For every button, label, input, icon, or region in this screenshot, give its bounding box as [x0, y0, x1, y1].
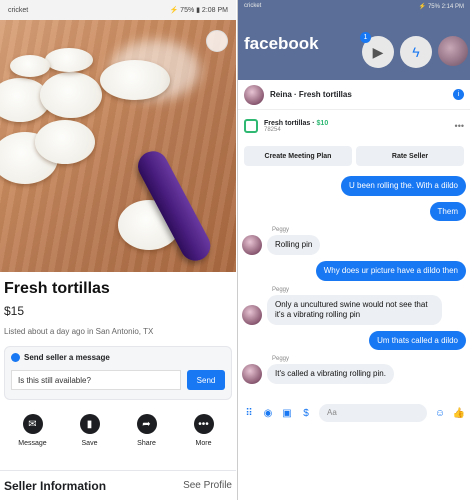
listing-actions: ✉ Message ▮ Save ➦ Share ••• More — [0, 414, 236, 447]
product-card[interactable]: Fresh tortillas · $10 78254 ••• — [238, 110, 470, 142]
action-label: More — [195, 440, 212, 447]
sender-name: Peggy — [272, 356, 290, 363]
chat-action-buttons: Create Meeting Plan Rate Seller — [238, 142, 470, 170]
product-price: $10 — [316, 119, 329, 127]
status-right: ⚡ 75% ▮ 2:08 PM — [169, 7, 228, 14]
action-label: Share — [137, 440, 156, 447]
like-icon[interactable]: 👍 — [453, 407, 465, 419]
conversation: U been rolling the. With a dildo Them Pe… — [238, 170, 470, 440]
see-profile-link[interactable]: See Profile — [183, 480, 232, 491]
message-bubble: Why does ur picture have a dildo then — [315, 261, 466, 281]
bookmark-icon: ▮ — [79, 414, 100, 434]
share-icon: ➦ — [136, 414, 157, 434]
avatar — [244, 84, 264, 105]
message-bubble: Them — [429, 201, 466, 222]
facebook-header: cricket ⚡ 75% 2:14 PM facebook ▶ 1 ϟ — [238, 0, 470, 80]
apps-icon[interactable]: ⠿ — [243, 407, 255, 419]
chat-title: Reina · Fresh tortillas — [270, 90, 352, 99]
messenger-icon: ✉ — [22, 414, 43, 434]
profile-avatar[interactable] — [438, 36, 468, 66]
avatar — [242, 235, 262, 256]
message-bubble: Rolling pin — [267, 235, 321, 256]
message-outgoing: Um thats called a dildo — [242, 330, 466, 351]
carrier-label: cricket — [8, 6, 29, 14]
more-icon[interactable]: ••• — [455, 121, 464, 131]
tortilla — [35, 120, 95, 164]
messenger-screen: cricket ⚡ 75% 2:14 PM facebook ▶ 1 ϟ Rei… — [237, 0, 470, 500]
create-meeting-plan-button[interactable]: Create Meeting Plan — [244, 146, 352, 166]
product-name: Fresh tortillas — [264, 119, 311, 127]
product-zip: 78254 — [264, 126, 281, 133]
message-incoming: Peggy Rolling pin — [242, 227, 466, 256]
listing-details: Fresh tortillas $15 Listed about a day a… — [0, 272, 236, 336]
message-bubble: It's called a vibrating rolling pin. — [267, 364, 394, 385]
message-incoming: Peggy It's called a vibrating rolling pi… — [242, 356, 466, 385]
listing-screen: cricket ⚡ 75% ▮ 2:08 PM Fresh tortillas … — [0, 0, 236, 500]
rate-seller-button[interactable]: Rate Seller — [356, 146, 464, 166]
close-photo-button[interactable] — [206, 30, 228, 52]
status-bar: cricket ⚡ 75% ▮ 2:08 PM — [0, 0, 236, 20]
payment-icon[interactable]: $ — [300, 407, 312, 419]
message-box-heading: Send seller a message — [11, 353, 225, 362]
tortilla — [100, 60, 170, 100]
messenger-button[interactable]: ϟ — [400, 36, 432, 68]
message-action[interactable]: ✉ Message — [8, 414, 58, 447]
send-message-box: Send seller a message Is this still avai… — [4, 346, 232, 400]
play-icon: ▶ — [372, 43, 384, 60]
avatar — [242, 364, 262, 385]
action-label: Message — [18, 440, 47, 447]
tortilla — [45, 48, 93, 72]
message-input[interactable]: Aa — [319, 404, 427, 422]
messenger-icon — [11, 353, 20, 362]
listing-meta: Listed about a day ago in San Antonio, T… — [4, 327, 154, 336]
seller-information: Seller Information See Profile — [0, 470, 236, 500]
notification-badge: 1 — [360, 32, 371, 43]
action-label: Save — [81, 440, 98, 447]
sender-name: Peggy — [272, 227, 290, 234]
avatar — [242, 304, 262, 325]
camera-icon[interactable]: ◉ — [262, 407, 274, 419]
more-action[interactable]: ••• More — [179, 414, 229, 447]
share-action[interactable]: ➦ Share — [122, 414, 172, 447]
sender-name: Peggy — [272, 286, 290, 293]
message-field[interactable]: Is this still available? — [11, 370, 181, 390]
status-bar: cricket ⚡ 75% 2:14 PM — [238, 0, 470, 14]
message-outgoing: Them — [242, 201, 466, 222]
photo-icon[interactable]: ▣ — [281, 407, 293, 419]
more-icon: ••• — [193, 414, 214, 434]
save-action[interactable]: ▮ Save — [65, 414, 115, 447]
messenger-icon: ϟ — [412, 44, 420, 60]
emoji-icon[interactable]: ☺ — [434, 407, 446, 419]
marketplace-icon — [244, 119, 258, 133]
listing-price: $15 — [4, 304, 25, 318]
send-button[interactable]: Send — [187, 370, 225, 390]
listing-photo[interactable] — [0, 20, 236, 272]
message-composer: ⠿ ◉ ▣ $ Aa ☺ 👍 — [238, 400, 470, 426]
message-box-heading-text: Send seller a message — [24, 353, 110, 362]
message-outgoing: Why does ur picture have a dildo then — [242, 261, 466, 281]
message-bubble: Only a uncultured swine would not see th… — [267, 294, 442, 325]
message-bubble: Um thats called a dildo — [369, 330, 466, 351]
facebook-logo: facebook — [244, 34, 319, 53]
message-bubble: U been rolling the. With a dildo — [341, 176, 466, 196]
message-outgoing: U been rolling the. With a dildo — [242, 176, 466, 196]
seller-heading: Seller Information — [4, 478, 107, 493]
tortilla — [10, 55, 50, 77]
chat-header: Reina · Fresh tortillas i — [238, 80, 470, 110]
tortilla — [40, 72, 102, 118]
status-right: ⚡ 75% 2:14 PM — [418, 4, 464, 10]
carrier-label: cricket — [244, 3, 262, 9]
info-icon[interactable]: i — [453, 89, 464, 100]
message-incoming: Peggy Only a uncultured swine would not … — [242, 287, 466, 325]
listing-title: Fresh tortillas — [4, 280, 110, 297]
